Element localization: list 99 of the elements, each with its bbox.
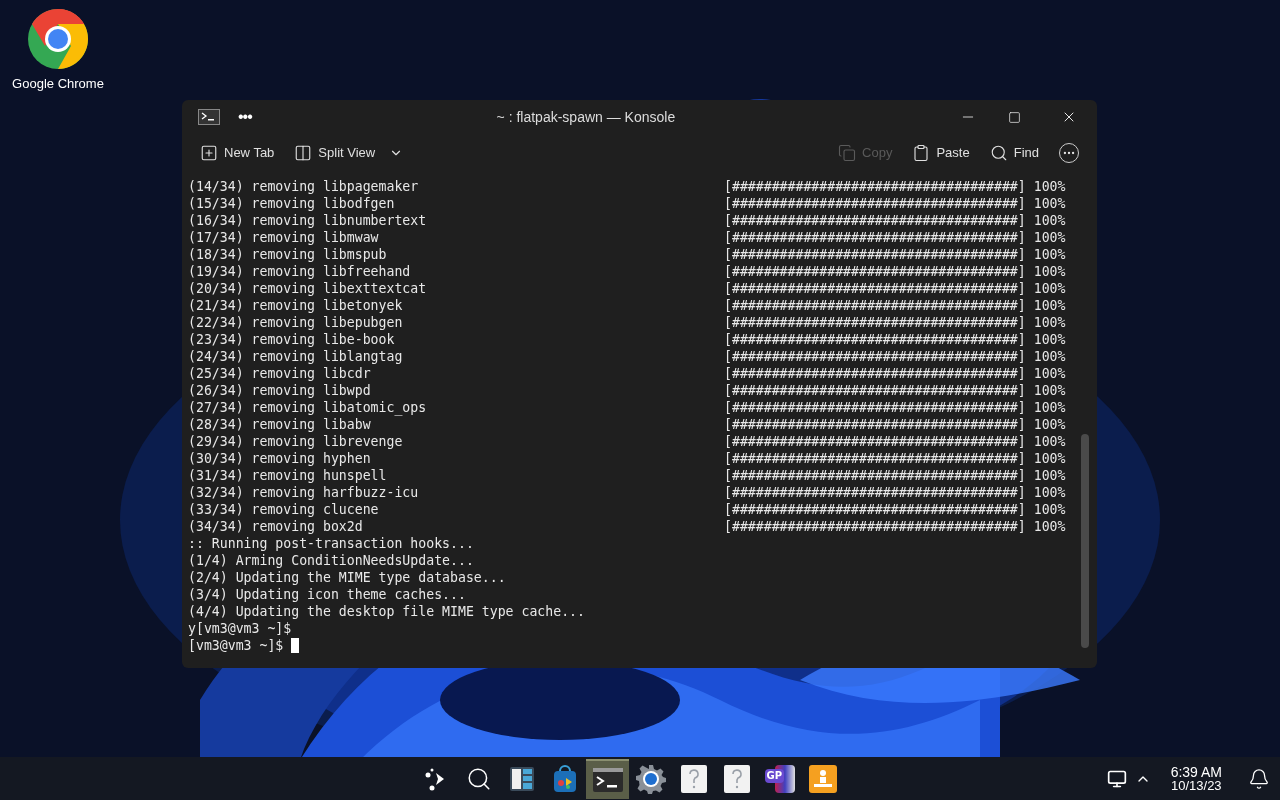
progress-bar-text: [####################################] (724, 450, 1026, 467)
terminal-prompt: [vm3@vm3 ~]$ (188, 637, 284, 654)
terminal-line: (26/34) removing libwpd (188, 382, 372, 399)
progress-percent: 100% (1033, 195, 1066, 212)
progress-bar-text: [####################################] (724, 416, 1026, 433)
progress-percent: 100% (1033, 518, 1066, 535)
split-view-button[interactable]: Split View (294, 143, 404, 163)
progress-bar-text: [####################################] (724, 382, 1026, 399)
terminal-app-icon (198, 109, 220, 125)
menu-button[interactable]: ••• (238, 105, 252, 129)
new-tab-icon (200, 144, 218, 162)
terminal-line: (15/34) removing libodfgen (188, 195, 396, 212)
taskbar-app-button[interactable]: GP (758, 758, 801, 799)
progress-percent: 100% (1033, 501, 1066, 518)
display-icon[interactable] (1106, 768, 1127, 789)
progress-percent: 100% (1033, 399, 1066, 416)
chrome-logo-icon (27, 8, 89, 70)
progress-percent: 100% (1033, 382, 1066, 399)
progress-bar-text: [####################################] (724, 331, 1026, 348)
progress-percent: 100% (1033, 314, 1066, 331)
question-mark-icon (723, 764, 750, 793)
progress-bar-text: [####################################] (724, 518, 1026, 535)
progress-bar-text: [####################################] (724, 348, 1026, 365)
clock-time[interactable]: 6:39 AM (1170, 764, 1222, 779)
terminal-line: (17/34) removing libmwaw (188, 229, 380, 246)
progress-percent: 100% (1033, 178, 1066, 195)
progress-bar-text: [####################################] (724, 229, 1026, 246)
progress-bar-text: [####################################] (724, 433, 1026, 450)
terminal-line: (1/4) Arming ConditionNeedsUpdate... (188, 552, 475, 569)
progress-percent: 100% (1033, 416, 1066, 433)
clipboard-icon (912, 144, 931, 162)
progress-percent: 100% (1033, 263, 1066, 280)
terminal-line: (30/34) removing hyphen (188, 450, 372, 467)
terminal-line: :: Running post-transaction hooks... (188, 535, 475, 552)
progress-bar-text: [####################################] (724, 263, 1026, 280)
progress-bar-text: [####################################] (724, 280, 1026, 297)
progress-bar-text: [####################################] (724, 484, 1026, 501)
progress-bar-text: [####################################] (724, 246, 1026, 263)
terminal-line: (21/34) removing libetonyek (188, 297, 404, 314)
terminal-line: (25/34) removing libcdr (188, 365, 372, 382)
progress-bar-text: [####################################] (724, 467, 1026, 484)
terminal-line: (3/4) Updating icon theme caches... (188, 586, 467, 603)
question-mark-icon (680, 764, 707, 793)
terminal-line: (14/34) removing libpagemaker (188, 178, 420, 195)
terminal-line: (4/4) Updating the desktop file MIME type cache... (188, 603, 586, 620)
progress-percent: 100% (1033, 229, 1066, 246)
terminal-line: (31/34) removing hunspell (188, 467, 388, 484)
taskbar-app-button[interactable] (586, 758, 629, 799)
progress-percent: 100% (1033, 246, 1066, 263)
progress-bar-text: [####################################] (724, 178, 1026, 195)
progress-bar-text: [####################################] (724, 365, 1026, 382)
notifications-icon[interactable] (1248, 767, 1270, 790)
desktop-icon-label[interactable]: Google Chrome (12, 74, 104, 94)
progress-percent: 100% (1033, 365, 1066, 382)
terminal-line: (27/34) removing libatomic_ops (188, 399, 428, 416)
copy-icon (838, 144, 857, 162)
terminal-line: (16/34) removing libnumbertext (188, 212, 428, 229)
progress-bar-text: [####################################] (724, 399, 1026, 416)
text-cursor (291, 638, 300, 653)
terminal-line: (32/34) removing harfbuzz-icu (188, 484, 420, 501)
new-tab-button[interactable]: New Tab (200, 143, 275, 163)
terminal-line: (24/34) removing liblangtag (188, 348, 404, 365)
terminal-line: (23/34) removing libe-book (188, 331, 396, 348)
progress-percent: 100% (1033, 484, 1066, 501)
terminal-line: (19/34) removing libfreehand (188, 263, 412, 280)
terminal-line: (34/34) removing box2d (188, 518, 364, 535)
terminal-line: y[vm3@vm3 ~]$ (188, 620, 293, 637)
terminal-line: (18/34) removing libmspub (188, 246, 388, 263)
terminal-icon (592, 767, 623, 792)
terminal-line: (20/34) removing libexttextcat (188, 280, 428, 297)
search-icon (989, 144, 1008, 162)
progress-percent: 100% (1033, 450, 1066, 467)
progress-percent: 100% (1033, 331, 1066, 348)
progress-percent: 100% (1033, 297, 1066, 314)
progress-bar-text: [####################################] (724, 212, 1026, 229)
progress-percent: 100% (1033, 212, 1066, 229)
maximize-icon[interactable] (1008, 110, 1021, 124)
find-button[interactable]: Find (989, 143, 1039, 163)
progress-bar-text: [####################################] (724, 195, 1026, 212)
figure-app-icon (808, 764, 837, 793)
terminal-line: (2/4) Updating the MIME type database... (188, 569, 507, 586)
terminal-line: (29/34) removing librevenge (188, 433, 404, 450)
progress-percent: 100% (1033, 467, 1066, 484)
window-title: ~ : flatpak-spawn — Konsole (495, 107, 677, 127)
progress-percent: 100% (1033, 348, 1066, 365)
scrollbar[interactable] (1081, 434, 1089, 648)
widgets-icon (508, 765, 535, 792)
split-view-icon (294, 144, 313, 162)
progress-bar-text: [####################################] (724, 501, 1026, 518)
progress-percent: 100% (1033, 280, 1066, 297)
progress-percent: 100% (1033, 433, 1066, 450)
terminal-line: (22/34) removing libepubgen (188, 314, 404, 331)
terminal-line: (28/34) removing libabw (188, 416, 372, 433)
paste-button[interactable]: Paste (912, 143, 970, 163)
gear-icon (635, 763, 666, 794)
progress-bar-text: [####################################] (724, 297, 1026, 314)
progress-bar-text: [####################################] (724, 314, 1026, 331)
clock-date[interactable]: 10/13/23 (1171, 778, 1222, 793)
terminal-line: (33/34) removing clucene (188, 501, 380, 518)
